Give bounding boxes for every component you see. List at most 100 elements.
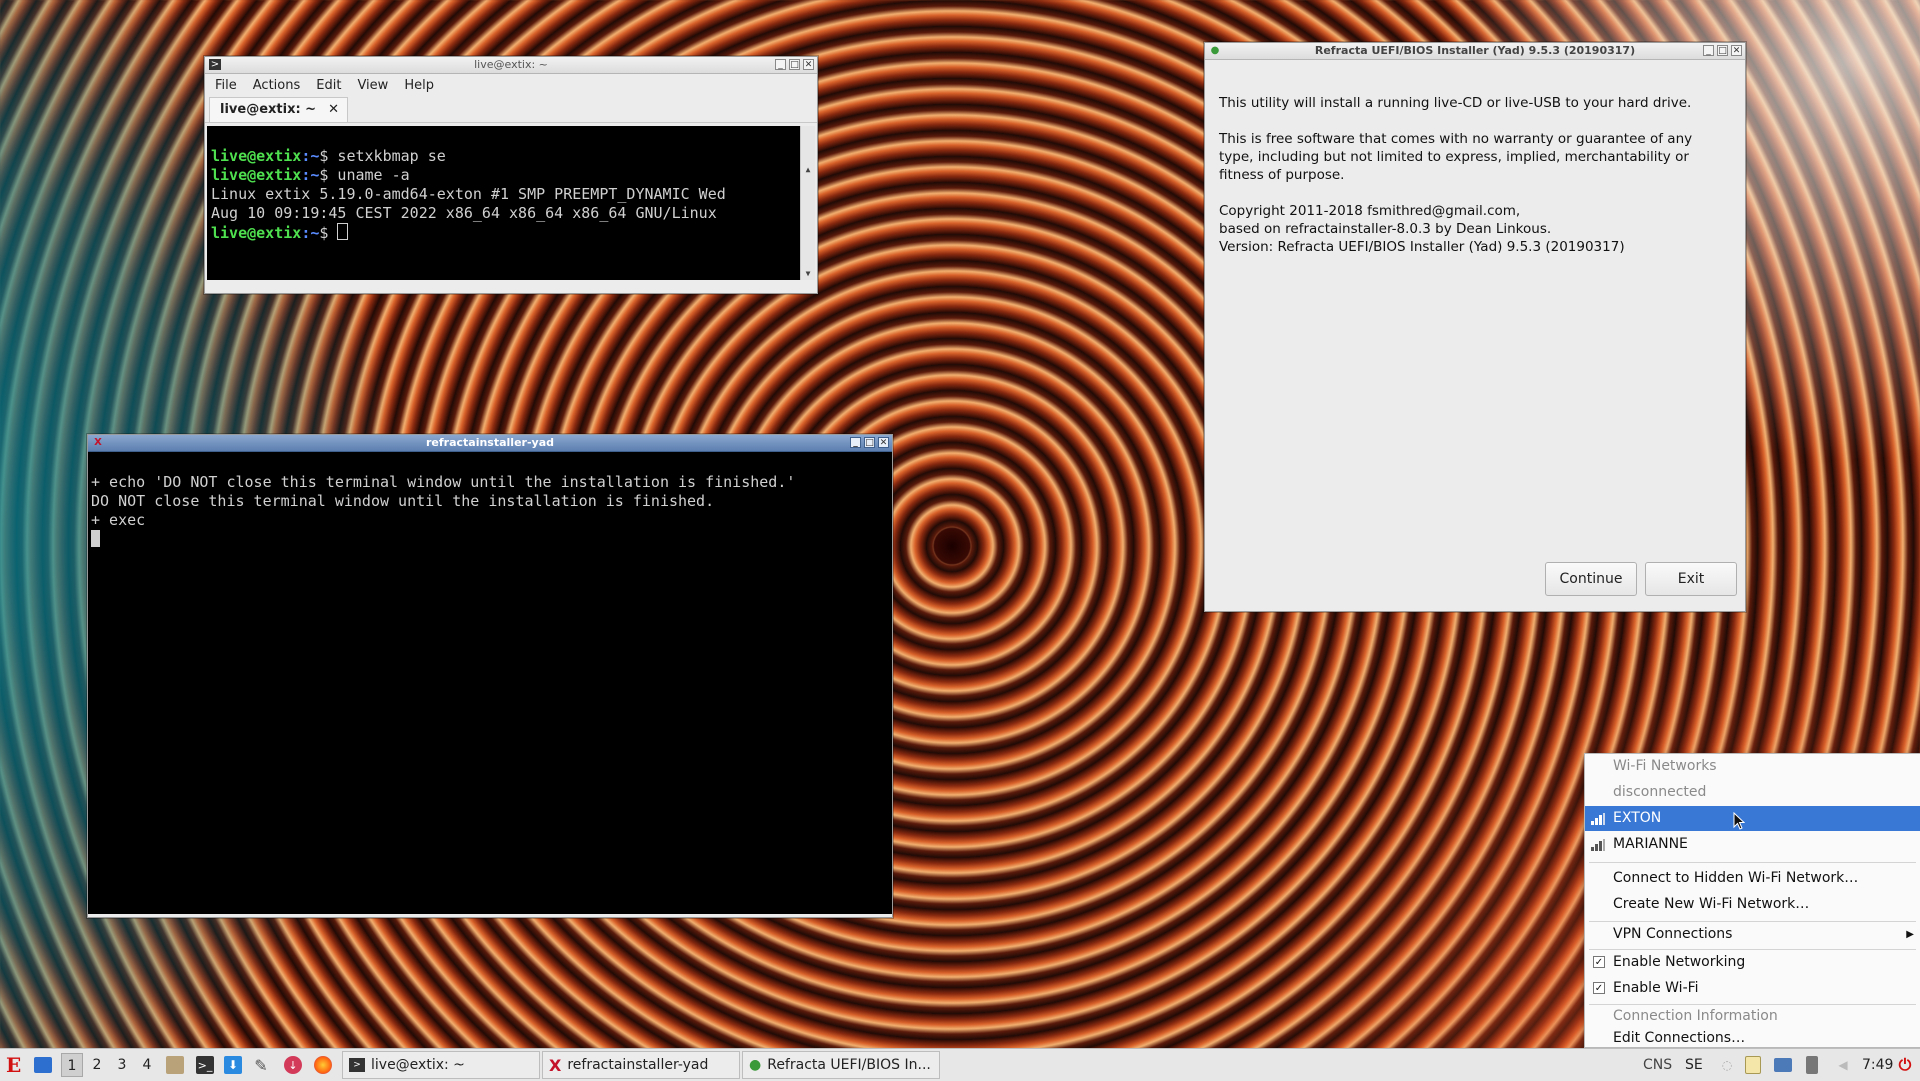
terminal-tab[interactable]: live@extix: ~ ✕	[209, 97, 348, 122]
menu-edit[interactable]: Edit	[308, 78, 349, 93]
network-tray-icon[interactable]: ◌	[1718, 1052, 1736, 1078]
terminal-scrollbar[interactable]: ▲ ▼	[800, 126, 815, 280]
terminal-icon: >	[209, 59, 221, 70]
installer-terminal-title: refractainstaller-yad	[425, 436, 554, 449]
file-manager-icon[interactable]	[166, 1052, 184, 1078]
installer-dialog-titlebar[interactable]: ● Refracta UEFI/BIOS Installer (Yad) 9.5…	[1205, 43, 1745, 60]
gimp-icon[interactable]: ✎	[252, 1052, 270, 1078]
terminal-tab-label: live@extix: ~	[220, 102, 317, 117]
scroll-up-icon[interactable]: ▲	[801, 164, 815, 176]
scroll-down-icon[interactable]: ▼	[801, 268, 815, 280]
workspace-1[interactable]: 1	[61, 1053, 83, 1077]
terminal-line: live@extix:~$ setxkbmap se	[211, 147, 446, 165]
network-item-marianne[interactable]: MARIANNE	[1585, 832, 1920, 857]
terminal-output[interactable]: live@extix:~$ setxkbmap se live@extix:~$ …	[207, 126, 815, 280]
tray-text-cns[interactable]: CNS	[1643, 1052, 1672, 1078]
minimize-button[interactable]: _	[775, 59, 786, 70]
installer-dialog-title: Refracta UEFI/BIOS Installer (Yad) 9.5.3…	[1314, 44, 1636, 57]
exit-button[interactable]: Exit	[1645, 562, 1737, 596]
submenu-arrow-icon: ▶	[1906, 929, 1914, 940]
task-installer-dialog[interactable]: ● Refracta UEFI/BIOS In...	[742, 1051, 940, 1079]
wifi-status: disconnected	[1613, 784, 1707, 800]
terminal-tabbar: live@extix: ~ ✕	[205, 96, 817, 123]
installer-terminal-titlebar[interactable]: X refractainstaller-yad _ □ ✕	[88, 435, 892, 452]
task-terminal[interactable]: > live@extix: ~	[342, 1051, 540, 1079]
network-item-exton[interactable]: EXTON	[1585, 806, 1920, 831]
maximize-button[interactable]: □	[1717, 45, 1728, 56]
minimize-button[interactable]: _	[850, 437, 861, 448]
terminal-menubar: File Actions Edit View Help	[205, 74, 817, 96]
signal-strength-icon	[1591, 839, 1605, 851]
terminal-titlebar[interactable]: > live@extix: ~ _ □ ✕	[205, 57, 817, 74]
maximize-button[interactable]: □	[864, 437, 875, 448]
installer-terminal-output[interactable]: + echo 'DO NOT close this terminal windo…	[88, 452, 892, 914]
terminal-icon: >	[349, 1058, 365, 1072]
terminal-line: + echo 'DO NOT close this terminal windo…	[91, 473, 796, 491]
terminal-line: live@extix:~$	[211, 223, 811, 243]
terminal-title: live@extix: ~	[474, 58, 548, 71]
terminal-line: Aug 10 09:19:45 CEST 2022 x86_64 x86_64 …	[211, 204, 717, 222]
maximize-button[interactable]: □	[789, 59, 800, 70]
mouse-pointer-icon	[1733, 812, 1745, 830]
installer-message: This utility will install a running live…	[1205, 60, 1745, 256]
terminal-launcher-icon[interactable]: >_	[196, 1052, 214, 1078]
create-network-item[interactable]: Create New Wi-Fi Network…	[1585, 892, 1920, 917]
network-menu: Wi-Fi Networks disconnected EXTON MARIAN…	[1584, 753, 1920, 1048]
menu-view[interactable]: View	[349, 78, 396, 93]
installer-icon: ●	[749, 1057, 762, 1073]
installer-copyright: Copyright 2011-2018 fsmithred@gmail.com,…	[1219, 203, 1625, 255]
tab-close-icon[interactable]: ✕	[328, 98, 339, 122]
installer-dialog[interactable]: ● Refracta UEFI/BIOS Installer (Yad) 9.5…	[1204, 42, 1746, 612]
clipboard-tray-icon[interactable]	[1745, 1052, 1761, 1078]
text-cursor	[337, 223, 349, 240]
connect-hidden-network-item[interactable]: Connect to Hidden Wi-Fi Network…	[1585, 866, 1920, 891]
signal-strength-icon	[1591, 813, 1605, 825]
installer-launcher-icon[interactable]: ↓	[284, 1052, 302, 1078]
workspace-2[interactable]: 2	[86, 1053, 108, 1077]
workspace-4[interactable]: 4	[136, 1053, 158, 1077]
text-cursor	[91, 530, 100, 547]
download-icon[interactable]: ⬇	[224, 1052, 242, 1078]
checkbox-checked-icon[interactable]: ✓	[1593, 982, 1605, 994]
terminal-line: + exec	[91, 511, 146, 529]
start-menu-button[interactable]: E	[6, 1052, 21, 1078]
close-button[interactable]: ✕	[803, 59, 814, 70]
terminal-window-main[interactable]: > live@extix: ~ _ □ ✕ File Actions Edit …	[204, 56, 818, 294]
xterm-icon: X	[94, 437, 102, 448]
show-desktop-icon[interactable]	[34, 1052, 52, 1078]
menu-help[interactable]: Help	[396, 78, 442, 93]
terminal-line: live@extix:~$ uname -a	[211, 166, 410, 184]
task-installer-terminal[interactable]: X refractainstaller-yad	[542, 1051, 740, 1079]
installer-terminal-window[interactable]: X refractainstaller-yad _ □ ✕ + echo 'DO…	[87, 434, 893, 918]
battery-tray-icon[interactable]	[1806, 1052, 1818, 1078]
checkbox-checked-icon[interactable]: ✓	[1593, 956, 1605, 968]
xterm-icon: X	[549, 1055, 562, 1075]
installer-icon: ●	[1210, 45, 1220, 56]
edit-connections-item[interactable]: Edit Connections…	[1585, 1028, 1920, 1046]
enable-wifi-item[interactable]: ✓ Enable Wi-Fi	[1585, 976, 1920, 1001]
enable-networking-item[interactable]: ✓ Enable Networking	[1585, 950, 1920, 975]
menu-actions[interactable]: Actions	[245, 78, 309, 93]
terminal-line: DO NOT close this terminal window until …	[91, 492, 715, 510]
terminal-line: Linux extix 5.19.0-amd64-exton #1 SMP PR…	[211, 185, 726, 203]
workspace-3[interactable]: 3	[111, 1053, 133, 1077]
power-icon[interactable]: ⏻	[1896, 1052, 1914, 1078]
menu-file[interactable]: File	[207, 78, 245, 93]
terminal-line	[91, 530, 889, 549]
installer-intro: This utility will install a running live…	[1219, 95, 1692, 111]
firefox-icon[interactable]	[314, 1052, 332, 1078]
close-button[interactable]: ✕	[878, 437, 889, 448]
keyboard-layout-indicator[interactable]: SE	[1685, 1052, 1703, 1078]
minimize-button[interactable]: _	[1703, 45, 1714, 56]
installer-license: This is free software that comes with no…	[1219, 131, 1693, 183]
taskbar: E 1 2 3 4 >_ ⬇ ✎ ↓ > live@extix: ~ X ref…	[0, 1048, 1920, 1081]
display-tray-icon[interactable]	[1774, 1052, 1792, 1078]
volume-tray-icon[interactable]: ◀	[1834, 1052, 1852, 1078]
continue-button[interactable]: Continue	[1545, 562, 1637, 596]
clock[interactable]: 7:49	[1862, 1052, 1893, 1078]
vpn-connections-item[interactable]: VPN Connections ▶	[1585, 922, 1920, 947]
close-button[interactable]: ✕	[1731, 45, 1742, 56]
connection-info-item: Connection Information	[1613, 1008, 1778, 1024]
menu-separator	[1589, 862, 1916, 863]
wifi-networks-header: Wi-Fi Networks	[1613, 758, 1717, 774]
